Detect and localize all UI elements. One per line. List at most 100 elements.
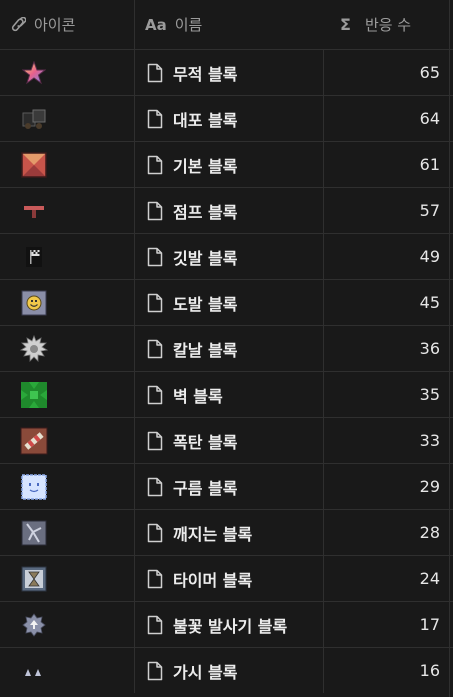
link-icon (10, 16, 26, 33)
blade-block-icon (20, 334, 48, 363)
block-name: 깨지는 블록 (173, 524, 253, 544)
page-icon (147, 201, 163, 221)
name-cell[interactable]: 폭탄 블록 (134, 418, 324, 463)
name-cell[interactable]: 깃발 블록 (134, 234, 324, 279)
text-type-icon: Aa (145, 15, 167, 34)
reaction-count: 35 (419, 385, 440, 404)
timer-block-icon (20, 565, 48, 593)
table-row[interactable]: 기본 블록 61 (0, 142, 453, 188)
page-icon (147, 109, 163, 129)
flag-block-icon (20, 243, 48, 271)
page-icon (147, 615, 163, 635)
cloud-block-icon (20, 473, 48, 501)
bomb-block-icon (20, 427, 48, 455)
icon-cell[interactable] (10, 234, 134, 279)
icon-cell[interactable] (10, 96, 134, 141)
block-name: 타이머 블록 (173, 570, 253, 590)
table-edge (449, 0, 450, 697)
block-name: 대포 블록 (173, 110, 238, 130)
name-cell[interactable]: 기본 블록 (134, 142, 324, 187)
table-row[interactable]: 벽 블록 35 (0, 372, 453, 418)
column-header-count[interactable]: Σ 반응 수 (324, 0, 453, 49)
page-icon (147, 431, 163, 451)
name-cell[interactable]: 벽 블록 (134, 372, 324, 417)
table-header: 아이콘 Aa 이름 Σ 반응 수 (0, 0, 453, 50)
table-body: 무적 블록 65 대포 블록 64 기본 블록 61 점프 블록 57 깃발 블록 49 도발 블록… (0, 50, 453, 694)
reaction-count: 16 (419, 661, 440, 680)
icon-cell[interactable] (10, 602, 134, 647)
reaction-count: 24 (419, 569, 440, 588)
name-cell[interactable]: 불꽃 발사기 블록 (134, 602, 324, 647)
table-row[interactable]: 불꽃 발사기 블록 17 (0, 602, 453, 648)
page-icon (147, 661, 163, 681)
block-name: 구름 블록 (173, 478, 238, 498)
table-row[interactable]: 대포 블록 64 (0, 96, 453, 142)
block-name: 무적 블록 (173, 64, 238, 84)
block-name: 점프 블록 (173, 202, 238, 222)
icon-cell[interactable] (10, 648, 134, 693)
name-cell[interactable]: 대포 블록 (134, 96, 324, 141)
name-cell[interactable]: 도발 블록 (134, 280, 324, 325)
reaction-count: 17 (419, 615, 440, 634)
table-row[interactable]: 깃발 블록 49 (0, 234, 453, 280)
table-row[interactable]: 칼날 블록 36 (0, 326, 453, 372)
reaction-count: 36 (419, 339, 440, 358)
block-name: 가시 블록 (173, 662, 238, 682)
table-row[interactable]: 폭탄 블록 33 (0, 418, 453, 464)
reaction-count: 64 (419, 109, 440, 128)
table-row[interactable]: 타이머 블록 24 (0, 556, 453, 602)
reaction-table: 아이콘 Aa 이름 Σ 반응 수 무적 블록 65 대포 블록 64 기본 블록 61 점프… (0, 0, 453, 697)
name-cell[interactable]: 타이머 블록 (134, 556, 324, 601)
icon-cell[interactable] (10, 464, 134, 509)
reaction-count: 57 (419, 201, 440, 220)
column-header-icon[interactable]: 아이콘 (10, 0, 134, 49)
sigma-icon: Σ (340, 15, 351, 34)
name-cell[interactable]: 점프 블록 (134, 188, 324, 233)
icon-cell[interactable] (10, 50, 134, 95)
page-icon (147, 155, 163, 175)
wall-block-icon (20, 381, 48, 409)
reaction-count: 45 (419, 293, 440, 312)
cannon-block-icon (20, 105, 48, 133)
name-cell[interactable]: 가시 블록 (134, 648, 324, 693)
page-icon (147, 477, 163, 497)
reaction-count: 28 (419, 523, 440, 542)
block-name: 불꽃 발사기 블록 (173, 616, 288, 636)
page-icon (147, 247, 163, 267)
icon-cell[interactable] (10, 326, 134, 371)
icon-cell[interactable] (10, 142, 134, 187)
column-header-label: 반응 수 (364, 16, 412, 34)
table-row[interactable]: 점프 블록 57 (0, 188, 453, 234)
block-name: 기본 블록 (173, 156, 238, 176)
icon-cell[interactable] (10, 188, 134, 233)
icon-cell[interactable] (10, 372, 134, 417)
page-icon (147, 569, 163, 589)
block-name: 벽 블록 (173, 386, 223, 406)
icon-cell[interactable] (10, 510, 134, 555)
icon-cell[interactable] (10, 556, 134, 601)
table-row[interactable]: 깨지는 블록 28 (0, 510, 453, 556)
firework-launcher-block-icon (20, 611, 48, 639)
column-header-label: 이름 (174, 16, 203, 34)
name-cell[interactable]: 깨지는 블록 (134, 510, 324, 555)
name-cell[interactable]: 무적 블록 (134, 50, 324, 95)
page-icon (147, 293, 163, 313)
star-block-icon (20, 59, 48, 87)
column-header-name[interactable]: Aa 이름 (134, 0, 324, 49)
name-cell[interactable]: 칼날 블록 (134, 326, 324, 371)
block-name: 폭탄 블록 (173, 432, 238, 452)
breakable-block-icon (20, 519, 48, 547)
page-icon (147, 385, 163, 405)
reaction-count: 65 (419, 63, 440, 82)
table-row[interactable]: 무적 블록 65 (0, 50, 453, 96)
reaction-count: 61 (419, 155, 440, 174)
icon-cell[interactable] (10, 418, 134, 463)
page-icon (147, 523, 163, 543)
table-row[interactable]: 도발 블록 45 (0, 280, 453, 326)
jump-block-icon (20, 197, 48, 225)
block-name: 칼날 블록 (173, 340, 238, 360)
name-cell[interactable]: 구름 블록 (134, 464, 324, 509)
table-row[interactable]: 가시 블록 16 (0, 648, 453, 694)
icon-cell[interactable] (10, 280, 134, 325)
table-row[interactable]: 구름 블록 29 (0, 464, 453, 510)
